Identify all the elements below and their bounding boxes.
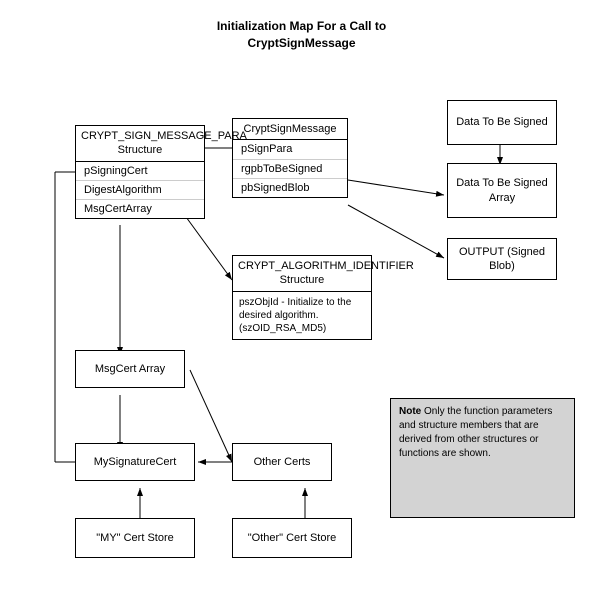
page-title: Initialization Map For a Call to CryptSi…: [0, 8, 603, 52]
other-cert-store-box: "Other" Cert Store: [232, 518, 352, 558]
output-label: OUTPUT (Signed Blob): [453, 245, 551, 274]
other-certs-label: Other Certs: [254, 455, 311, 469]
msg-cert-array-row: MsgCertArray: [76, 200, 204, 218]
diagram-container: Initialization Map For a Call to CryptSi…: [0, 0, 603, 592]
note-box: Note Only the function parameters and st…: [390, 398, 575, 518]
msg-cert-array-label: MsgCert Array: [95, 362, 165, 376]
my-signature-cert-box: MySignatureCert: [75, 443, 195, 481]
crypt-sign-message-header: CryptSignMessage: [233, 119, 347, 140]
data-to-be-signed-box: Data To Be Signed: [447, 100, 557, 145]
crypt-sign-para-box: CRYPT_SIGN_MESSAGE_PARA Structure pSigni…: [75, 125, 205, 219]
psign-para-row: pSignPara: [233, 140, 347, 159]
output-box: OUTPUT (Signed Blob): [447, 238, 557, 280]
my-cert-store-label: "MY" Cert Store: [96, 531, 174, 545]
note-text: Only the function parameters and structu…: [399, 406, 552, 459]
digest-alg-row: DigestAlgorithm: [76, 181, 204, 200]
psigning-cert-row: pSigningCert: [76, 162, 204, 181]
data-to-be-signed-array-label: Data To Be Signed Array: [453, 176, 551, 205]
my-signature-cert-label: MySignatureCert: [94, 455, 177, 469]
crypt-sign-para-header: CRYPT_SIGN_MESSAGE_PARA Structure: [76, 126, 204, 162]
rgpb-row: rgpbToBeSigned: [233, 160, 347, 179]
msg-cert-array-box: MsgCert Array: [75, 350, 185, 388]
other-certs-box: Other Certs: [232, 443, 332, 481]
crypt-sign-message-box: CryptSignMessage pSignPara rgpbToBeSigne…: [232, 118, 348, 198]
crypt-alg-id-body: pszObjId - Initialize to the desired alg…: [233, 292, 371, 339]
my-cert-store-box: "MY" Cert Store: [75, 518, 195, 558]
crypt-alg-id-box: CRYPT_ALGORITHM_IDENTIFIER Structure psz…: [232, 255, 372, 340]
crypt-alg-id-header: CRYPT_ALGORITHM_IDENTIFIER Structure: [233, 256, 371, 292]
pbsigned-row: pbSignedBlob: [233, 179, 347, 197]
data-to-be-signed-array-box: Data To Be Signed Array: [447, 163, 557, 218]
other-cert-store-label: "Other" Cert Store: [248, 531, 337, 545]
note-label: Note: [399, 406, 421, 417]
data-to-be-signed-label: Data To Be Signed: [456, 115, 548, 129]
